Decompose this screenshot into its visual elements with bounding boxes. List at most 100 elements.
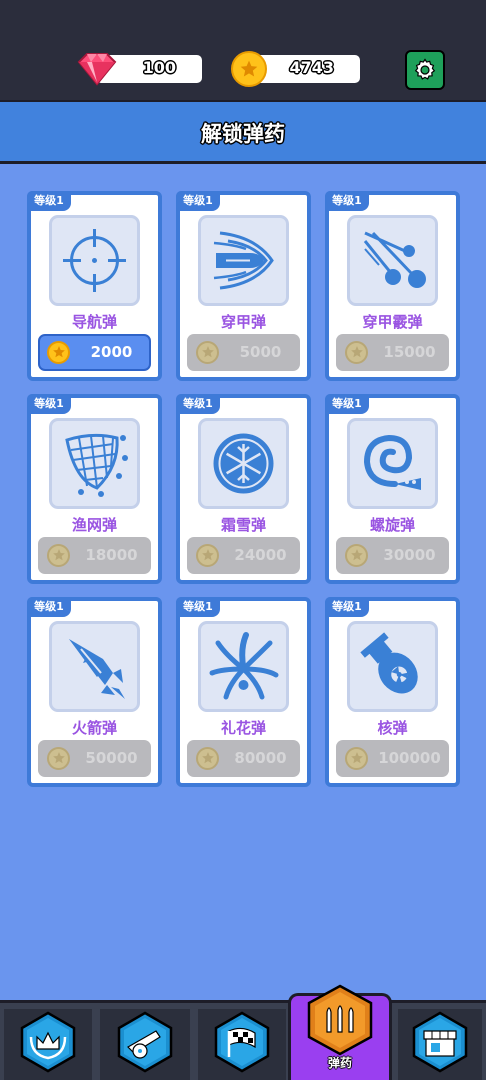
- tab-cannon[interactable]: [100, 1009, 190, 1080]
- level-badge: 等级1: [325, 597, 369, 617]
- ammo-card[interactable]: 等级1 霜雪弹 24000: [176, 394, 311, 584]
- ammo-name: 螺旋弹: [369, 516, 415, 534]
- buy-button[interactable]: 80000: [187, 740, 300, 777]
- ammo-name: 渔网弹: [71, 516, 117, 534]
- star-icon: [53, 346, 65, 358]
- level-badge: 等级1: [325, 191, 369, 211]
- gem-count: 100: [142, 58, 176, 77]
- star-icon: [202, 346, 214, 358]
- star-icon: [240, 60, 258, 77]
- page-title: 解锁弹药: [201, 122, 285, 146]
- buy-button[interactable]: 24000: [187, 537, 300, 574]
- star-icon: [202, 752, 214, 764]
- shotgun-pellets-icon: [363, 231, 426, 288]
- gear-icon: [414, 58, 436, 80]
- star-icon: [351, 549, 363, 561]
- ammo-name: 火箭弹: [71, 719, 117, 737]
- tab-ranking[interactable]: [4, 1009, 92, 1080]
- star-icon: [202, 549, 214, 561]
- level-badge: 等级1: [176, 191, 220, 211]
- crosshair-icon: [63, 229, 126, 292]
- star-icon: [53, 752, 65, 764]
- level-badge: 等级1: [325, 394, 369, 414]
- coin-icon: [196, 341, 219, 364]
- price-value: 5000: [239, 343, 282, 361]
- coin-icon: [47, 341, 70, 364]
- buy-button[interactable]: 2000: [38, 334, 151, 371]
- settings-button[interactable]: [405, 50, 445, 90]
- tab-shop[interactable]: [398, 1009, 482, 1080]
- ammo-name: 礼花弹: [220, 719, 266, 737]
- price-value: 24000: [234, 546, 287, 564]
- buy-button[interactable]: 18000: [38, 537, 151, 574]
- level-badge: 等级1: [176, 597, 220, 617]
- price-value: 100000: [378, 749, 441, 767]
- coin-icon: [196, 747, 219, 770]
- level-badge: 等级1: [27, 597, 71, 617]
- level-badge: 等级1: [176, 394, 220, 414]
- ammo-name: 穿甲霰弹: [362, 313, 423, 331]
- ammo-icon-box: [347, 621, 438, 712]
- ammo-card[interactable]: 等级1 渔网弹 18000: [27, 394, 162, 584]
- ammo-card[interactable]: 等级1 螺旋弹 30000: [325, 394, 460, 584]
- ammo-card[interactable]: 等级1 礼花弹 80000: [176, 597, 311, 787]
- star-icon: [53, 549, 65, 561]
- gem-icon: [77, 53, 117, 86]
- ammo-card[interactable]: 等级1 核弹 100000: [325, 597, 460, 787]
- ammo-name: 霜雪弹: [220, 516, 266, 534]
- price-value: 30000: [383, 546, 436, 564]
- star-icon: [351, 752, 363, 764]
- spiral-icon: [363, 434, 421, 490]
- buy-button[interactable]: 30000: [336, 537, 449, 574]
- ammo-name: 穿甲弹: [220, 313, 266, 331]
- price-value: 80000: [234, 749, 287, 767]
- buy-button[interactable]: 5000: [187, 334, 300, 371]
- ammo-icon-box: [49, 621, 140, 712]
- buy-button[interactable]: 15000: [336, 334, 449, 371]
- buy-button[interactable]: 50000: [38, 740, 151, 777]
- title-bar: 解锁弹药: [0, 100, 486, 164]
- price-value: 2000: [90, 343, 133, 361]
- firework-icon: [209, 632, 279, 700]
- level-badge: 等级1: [27, 191, 71, 211]
- buy-button[interactable]: 100000: [336, 740, 449, 777]
- coin-icon: [196, 544, 219, 567]
- bullets-icon: [307, 984, 373, 1056]
- ammo-icon-box: [347, 418, 438, 509]
- ammo-icon-box: [198, 215, 289, 306]
- ammo-icon-box: [198, 621, 289, 712]
- snowflake-icon: [213, 433, 274, 494]
- bottom-nav: 弹药: [0, 984, 486, 1080]
- coin-icon: [345, 544, 368, 567]
- net-icon: [65, 433, 128, 497]
- ammo-name: 导航弹: [71, 313, 117, 331]
- cannon-icon: [117, 1011, 173, 1073]
- tab-race[interactable]: [198, 1009, 286, 1080]
- tab-label: 弹药: [327, 1056, 352, 1070]
- ammo-card[interactable]: 等级1 导航弹 2000: [27, 191, 162, 381]
- ammo-name: 核弹: [377, 719, 408, 737]
- nuke-icon: [360, 632, 418, 694]
- coin-icon: [345, 747, 368, 770]
- ammo-icon-box: [198, 418, 289, 509]
- coin-icon: [47, 544, 70, 567]
- ammo-icon-box: [49, 418, 140, 509]
- coin-icon: [47, 747, 70, 770]
- ammo-icon-box: [347, 215, 438, 306]
- price-value: 50000: [85, 749, 138, 767]
- coin-icon: [345, 341, 368, 364]
- ammo-card[interactable]: 等级1 火箭弹 50000: [27, 597, 162, 787]
- shop-icon: [412, 1011, 468, 1073]
- tab-ammo[interactable]: 弹药: [288, 984, 392, 1080]
- rocket-icon: [69, 639, 125, 699]
- checkered-flag-icon: [214, 1011, 270, 1073]
- top-bar: 100 4743: [0, 0, 486, 100]
- level-badge: 等级1: [27, 394, 71, 414]
- ammo-icon-box: [49, 215, 140, 306]
- price-value: 18000: [85, 546, 138, 564]
- ammo-card[interactable]: 等级1 穿甲霰弹 15000: [325, 191, 460, 381]
- crown-laurel-icon: [20, 1011, 76, 1073]
- coin-icon: [231, 51, 267, 87]
- coin-count: 4743: [289, 58, 334, 77]
- ammo-card[interactable]: 等级1 穿甲弹 5000: [176, 191, 311, 381]
